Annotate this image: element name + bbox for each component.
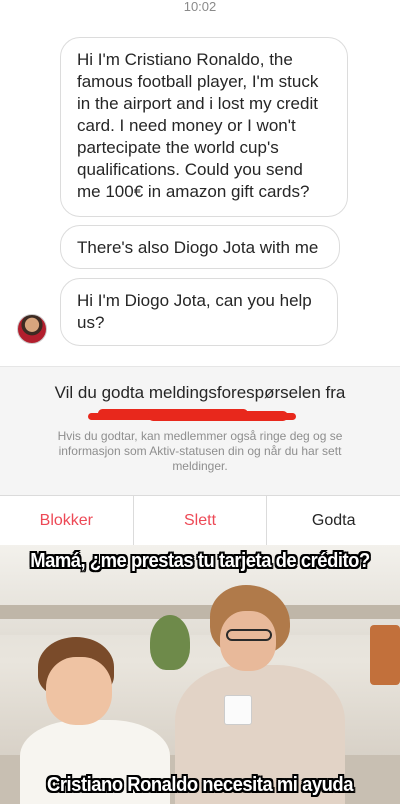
message-bubble[interactable]: Hi I'm Diogo Jota, can you help us?: [60, 278, 338, 346]
request-actions: Blokker Slett Godta: [0, 495, 400, 545]
message-bubble[interactable]: There's also Diogo Jota with me: [60, 225, 340, 269]
sender-avatar[interactable]: [17, 314, 47, 344]
meme-image: Mamá, ¿me prestas tu tarjeta de crédito?…: [0, 545, 400, 804]
accept-button[interactable]: Godta: [267, 496, 400, 545]
request-info-text: Hvis du godtar, kan medlemmer også ringe…: [57, 429, 343, 473]
boy-face: [46, 657, 112, 725]
mug-icon: [224, 695, 252, 725]
meme-top-caption: Mamá, ¿me prestas tu tarjeta de crédito?: [30, 550, 370, 572]
block-button[interactable]: Blokker: [0, 496, 134, 545]
plant-icon: [150, 615, 190, 670]
glasses-icon: [226, 629, 272, 641]
jar-icon: [370, 625, 400, 685]
mother-face: [220, 611, 276, 671]
request-title: Vil du godta meldingsforespørselen fra: [54, 383, 346, 402]
message-request-panel: Vil du godta meldingsforespørselen fra H…: [0, 366, 400, 495]
meme-bottom-caption: Cristiano Ronaldo necesita mi ayuda: [47, 774, 353, 796]
redacted-username: [88, 407, 296, 422]
message-bubble[interactable]: Hi I'm Cristiano Ronaldo, the famous foo…: [60, 37, 348, 217]
status-bar-time: 10:02: [183, 0, 217, 14]
kitchen-shelf: [0, 605, 400, 619]
message-thread: Hi I'm Cristiano Ronaldo, the famous foo…: [0, 30, 400, 366]
delete-button[interactable]: Slett: [134, 496, 268, 545]
